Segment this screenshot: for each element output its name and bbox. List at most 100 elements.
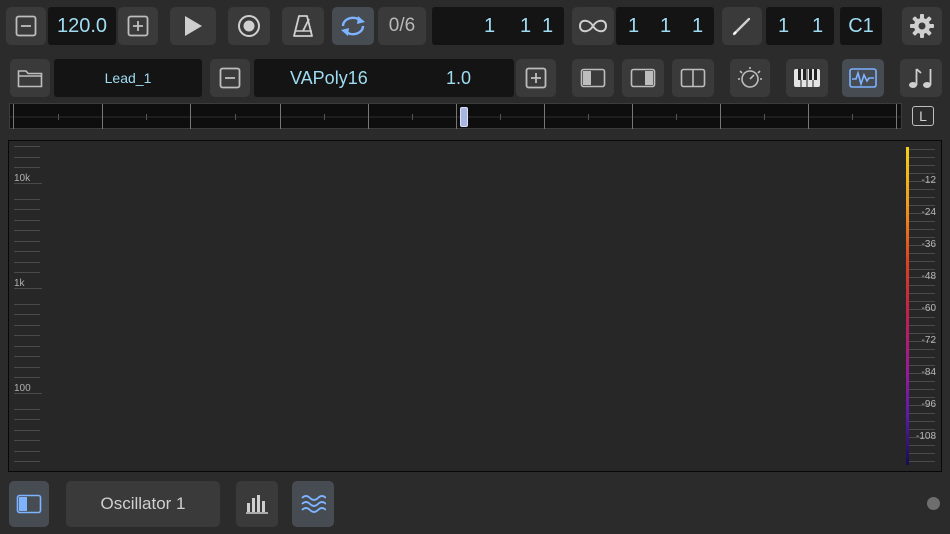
db-tick [909, 157, 935, 158]
freq-tick [14, 272, 40, 274]
open-preset-button[interactable] [10, 59, 50, 97]
freq-tick [14, 429, 40, 431]
db-tick [909, 461, 935, 462]
folder-icon [17, 68, 43, 88]
waveform-monitor-icon [849, 68, 877, 88]
stopwatch-icon [736, 65, 764, 91]
db-label: -72 [921, 335, 936, 346]
freq-tick [14, 303, 40, 305]
synth-name: VAPoly16 [290, 67, 368, 88]
freq-tick [14, 251, 40, 253]
db-tick [909, 285, 935, 286]
synth-selector-field[interactable]: VAPoly16 1.0 [254, 59, 514, 97]
timeline-ruler[interactable] [9, 103, 902, 129]
freq-tick [14, 393, 42, 394]
freq-tick [14, 167, 40, 169]
pattern-counter[interactable]: 0/6 [378, 7, 426, 45]
app-root: 120.0 0/6 1 1 1 1 1 1 1 1 C1 Lead_1 VAPo… [0, 0, 950, 534]
piano-keys-icon [793, 68, 821, 88]
freq-tick [14, 461, 40, 463]
freq-tick [14, 230, 40, 232]
module-name-field[interactable]: Oscillator 1 [66, 481, 220, 527]
waves-icon [300, 493, 326, 515]
spectrum-analyzer: 10k 1k 100 -12 -24 -36 -48 -60 -72 -84 -… [8, 140, 942, 472]
freq-tick [14, 345, 40, 347]
playhead-handle[interactable] [460, 107, 468, 127]
position-beat: 1 [520, 14, 532, 37]
lock-label: L [912, 106, 934, 126]
plus-square-icon [525, 67, 547, 89]
layout-right-panel-button[interactable] [622, 59, 664, 97]
db-tick [909, 445, 935, 446]
freq-tick [14, 408, 40, 410]
db-tick [909, 229, 935, 230]
position-bar: 1 [484, 14, 496, 37]
freq-tick [14, 419, 40, 421]
panel-right-icon [630, 68, 656, 88]
layout-left-panel-button[interactable] [572, 59, 614, 97]
db-tick [909, 317, 935, 318]
db-tick [909, 429, 935, 430]
notes-button[interactable] [900, 59, 942, 97]
db-tick [909, 237, 935, 238]
freq-tick [14, 198, 40, 200]
pencil-icon [731, 15, 753, 37]
db-tick [909, 293, 935, 294]
db-tick [909, 301, 935, 302]
infinity-icon [577, 17, 609, 35]
tempo-increase-button[interactable] [118, 7, 158, 45]
db-tick [909, 357, 935, 358]
db-label: -12 [921, 175, 936, 186]
freq-tick [14, 377, 40, 379]
module-panel-toggle-button[interactable] [9, 481, 49, 527]
loop-tick: 1 [692, 14, 704, 37]
loop-range-button[interactable] [572, 7, 614, 45]
db-label: -48 [921, 271, 936, 282]
gear-icon [909, 13, 935, 39]
synth-previous-button[interactable] [210, 59, 250, 97]
synth-next-button[interactable] [516, 59, 556, 97]
db-tick [909, 397, 935, 398]
settings-button[interactable] [902, 7, 942, 45]
loop-toggle-button[interactable] [332, 7, 374, 45]
loop-bar: 1 [628, 14, 640, 37]
metronome-icon [291, 14, 315, 38]
tempo-sync-button[interactable] [730, 59, 770, 97]
loop-arrows-icon [339, 14, 367, 38]
spectrum-view-button[interactable] [842, 59, 884, 97]
keyboard-button[interactable] [786, 59, 828, 97]
preset-name-field[interactable]: Lead_1 [54, 59, 202, 97]
edit-pencil-button[interactable] [722, 7, 762, 45]
record-button[interactable] [228, 7, 270, 45]
db-tick [909, 325, 935, 326]
tempo-field[interactable]: 120.0 [48, 7, 116, 45]
bar-graph-icon [245, 494, 269, 514]
freq-tick [14, 183, 42, 184]
freq-tick [14, 335, 40, 337]
song-position-field[interactable]: 1 1 1 [432, 7, 564, 45]
db-tick [909, 381, 935, 382]
db-tick [909, 269, 935, 270]
loop-beat: 1 [660, 14, 672, 37]
db-tick [909, 173, 935, 174]
mixer-view-button[interactable] [236, 481, 278, 527]
freq-tick [14, 440, 40, 442]
db-tick [909, 349, 935, 350]
synth-version: 1.0 [446, 67, 472, 88]
edit-position-field[interactable]: 1 1 [766, 7, 834, 45]
db-tick [909, 413, 935, 414]
wave-view-button[interactable] [292, 481, 334, 527]
freq-tick [14, 261, 40, 263]
minus-square-icon [219, 67, 241, 89]
freq-tick [14, 356, 40, 358]
loop-position-field[interactable]: 1 1 1 [616, 7, 714, 45]
play-button[interactable] [170, 7, 216, 45]
metronome-button[interactable] [282, 7, 324, 45]
edit-beat: 1 [812, 14, 824, 37]
key-field[interactable]: C1 [840, 7, 882, 45]
layout-split-button[interactable] [672, 59, 714, 97]
freq-tick [14, 209, 40, 211]
db-label: -24 [921, 207, 936, 218]
lock-toggle-button[interactable]: L [908, 103, 938, 129]
tempo-decrease-button[interactable] [6, 7, 46, 45]
